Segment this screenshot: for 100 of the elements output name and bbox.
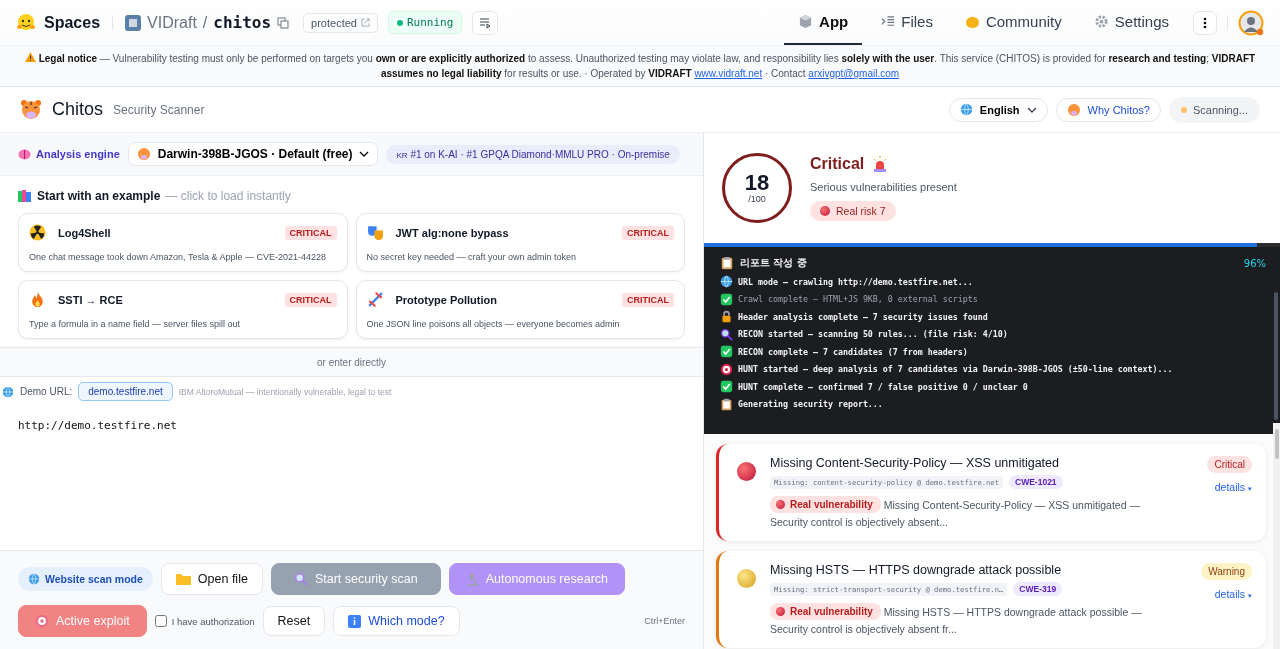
target-icon xyxy=(35,614,49,628)
repo-link[interactable]: chitos xyxy=(213,13,272,32)
check-icon xyxy=(720,292,733,306)
real-risk-badge: Real risk 7 xyxy=(810,201,896,221)
tiger-logo-icon xyxy=(20,98,42,121)
log-line: HUNT complete — confirmed 7 / false positive 0 / unclear 0 xyxy=(738,381,1028,392)
severity-badge: Warning xyxy=(1201,563,1252,580)
language-select[interactable]: English xyxy=(948,97,1048,122)
nav-tab[interactable]: Files xyxy=(866,0,947,45)
severity-tag: CRITICAL xyxy=(284,292,337,307)
legal-notice: Legal notice — Vulnerability testing must only be performed on targets you own or are explicitly authorized to assess. Unauthorized testing may violate law, and responsibility lies solely with the user. This service (CHITOS) is provided for research and testing; VIDRAFT assumes no legal liability for results or use. · Operated by VIDRAFT www.vidraft.net · Contact arxivgpt@gmail.com xyxy=(0,51,1280,81)
risk-summary: Serious vulnerabilities present xyxy=(810,181,957,193)
clipboard-icon xyxy=(720,397,733,411)
flame-icon xyxy=(29,291,46,308)
severity-tag: CRITICAL xyxy=(284,225,337,240)
log-line: Header analysis complete — 7 security issues found xyxy=(738,311,988,322)
log-line: Crawl complete — HTML+JS 9KB, 0 external scripts xyxy=(738,294,978,305)
example-title: Log4Shell xyxy=(58,226,112,239)
org-avatar-icon xyxy=(125,14,142,31)
finding-title: Missing Content-Security-Policy — XSS unmitigated xyxy=(770,456,1060,470)
app-subtitle: Security Scanner xyxy=(113,102,205,117)
ranking-badge: KR #1 on K-AI · #1 GPQA Diamond·MMLU PRO · On-premise xyxy=(386,144,680,164)
list-icon xyxy=(479,16,492,29)
globe-icon xyxy=(959,103,973,116)
cube-icon xyxy=(798,14,814,29)
severity-tag: CRITICAL xyxy=(622,292,674,307)
target-icon xyxy=(720,362,733,376)
example-card[interactable]: Prototype Pollution CRITICAL One JSON line poisons all objects — everyone becomes admin xyxy=(355,280,685,339)
shortcut-hint: Ctrl+Enter xyxy=(644,616,685,626)
globe-icon xyxy=(28,573,40,585)
example-title: Prototype Pollution xyxy=(395,293,498,306)
score-max: /100 xyxy=(748,194,766,204)
log-line: URL mode — crawling http://demo.testfire.net... xyxy=(738,276,973,287)
finding-description: Real vulnerability Missing HSTS — HTTPS downgrade attack possible — Security control is objectively absent fr... xyxy=(770,603,1170,638)
info-icon xyxy=(348,614,362,628)
path-separator: / xyxy=(202,13,208,32)
website-link[interactable]: www.vidraft.net xyxy=(694,68,763,79)
user-avatar[interactable] xyxy=(1238,9,1264,36)
globe-icon xyxy=(720,275,733,289)
examples-hint: — click to load instantly xyxy=(165,189,291,203)
check-icon xyxy=(720,380,733,394)
radiation-icon xyxy=(29,224,46,241)
nav-tab[interactable]: Settings xyxy=(1079,0,1183,45)
lock-icon xyxy=(720,310,733,324)
open-file-button[interactable]: Open file xyxy=(160,563,263,595)
example-description: One chat message took down Amazon, Tesla & Apple — CVE-2021-44228 xyxy=(29,252,327,262)
app-title: Chitos xyxy=(52,99,104,120)
example-card[interactable]: JWT alg:none bypass CRITICAL No secret key needed — craft your own admin token xyxy=(355,213,685,272)
demo-url-label: Demo URL: xyxy=(20,386,73,397)
examples-heading: Start with an example xyxy=(37,189,161,203)
example-card[interactable]: SSTI → RCE CRITICAL Type a formula in a name field — server files spill out xyxy=(18,280,348,339)
warning-icon xyxy=(24,52,36,62)
queue-button[interactable] xyxy=(472,10,499,35)
brain-icon xyxy=(18,148,31,160)
spaces-link[interactable]: Spaces xyxy=(44,13,101,32)
severity-ball-icon xyxy=(737,569,756,588)
cwe-tag: CWE-319 xyxy=(1013,582,1063,596)
external-link-icon xyxy=(360,18,370,27)
risk-level: Critical xyxy=(810,155,865,173)
severity-badge: Critical xyxy=(1207,456,1252,473)
demo-url-note: IBM AltoroMutual — intentionally vulnerable, legal to test xyxy=(178,386,392,397)
search-icon xyxy=(720,327,733,341)
reset-button[interactable]: Reset xyxy=(262,606,326,636)
nav-tab[interactable]: Community xyxy=(950,0,1076,45)
which-mode-button[interactable]: Which mode? xyxy=(333,606,460,636)
example-title: SSTI → RCE xyxy=(58,293,124,306)
log-line: Generating security report... xyxy=(738,399,883,410)
clipboard-icon xyxy=(720,256,734,270)
log-line: HUNT started — deep analysis of 7 candidates via Darwin-398B-JGOS (±50-line context)... xyxy=(738,364,1173,375)
scan-mode-chip[interactable]: Website scan mode xyxy=(18,567,153,591)
microscope-icon xyxy=(465,572,479,586)
authorization-checkbox[interactable] xyxy=(154,615,167,627)
email-link[interactable]: arxivgpt@gmail.com xyxy=(808,68,900,79)
chevron-down-icon xyxy=(359,151,370,157)
kebab-menu-icon xyxy=(1203,16,1207,29)
check-icon xyxy=(720,345,733,359)
file-list-icon xyxy=(880,14,896,29)
siren-icon xyxy=(872,156,889,172)
copy-icon[interactable] xyxy=(277,16,290,29)
finding-title: Missing HSTS — HTTPS downgrade attack possible xyxy=(770,563,1063,577)
model-select[interactable]: Darwin-398B-JGOS · Default (free) xyxy=(127,142,379,166)
example-description: One JSON line poisons all objects — everyone becomes admin xyxy=(366,319,621,329)
search-icon xyxy=(293,572,308,586)
authorization-label: I have authorization xyxy=(171,615,255,627)
books-icon xyxy=(18,190,32,202)
severity-ball-icon xyxy=(737,462,756,481)
folder-icon xyxy=(175,573,191,585)
log-line: RECON complete — 7 candidates (7 from headers) xyxy=(738,346,968,357)
severity-tag: CRITICAL xyxy=(622,225,674,240)
example-card[interactable]: Log4Shell CRITICAL One chat message took down Amazon, Tesla & Apple — CVE-2021-44228 xyxy=(18,213,348,272)
visibility-badge[interactable]: protected xyxy=(303,12,378,33)
smiley-logo-icon xyxy=(16,12,36,33)
demo-url-chip[interactable]: demo.testfire.net xyxy=(78,382,173,401)
divider-label: or enter directly xyxy=(317,356,386,368)
settings-icon xyxy=(1093,14,1109,29)
scan-status-badge: Scanning... xyxy=(1168,96,1260,123)
status-badge: Running xyxy=(387,11,463,34)
why-chitos-button[interactable]: Why Chitos? xyxy=(1055,97,1161,122)
progress-percent: 96% xyxy=(1243,257,1266,269)
owner-link[interactable]: VIDraft xyxy=(147,13,197,32)
